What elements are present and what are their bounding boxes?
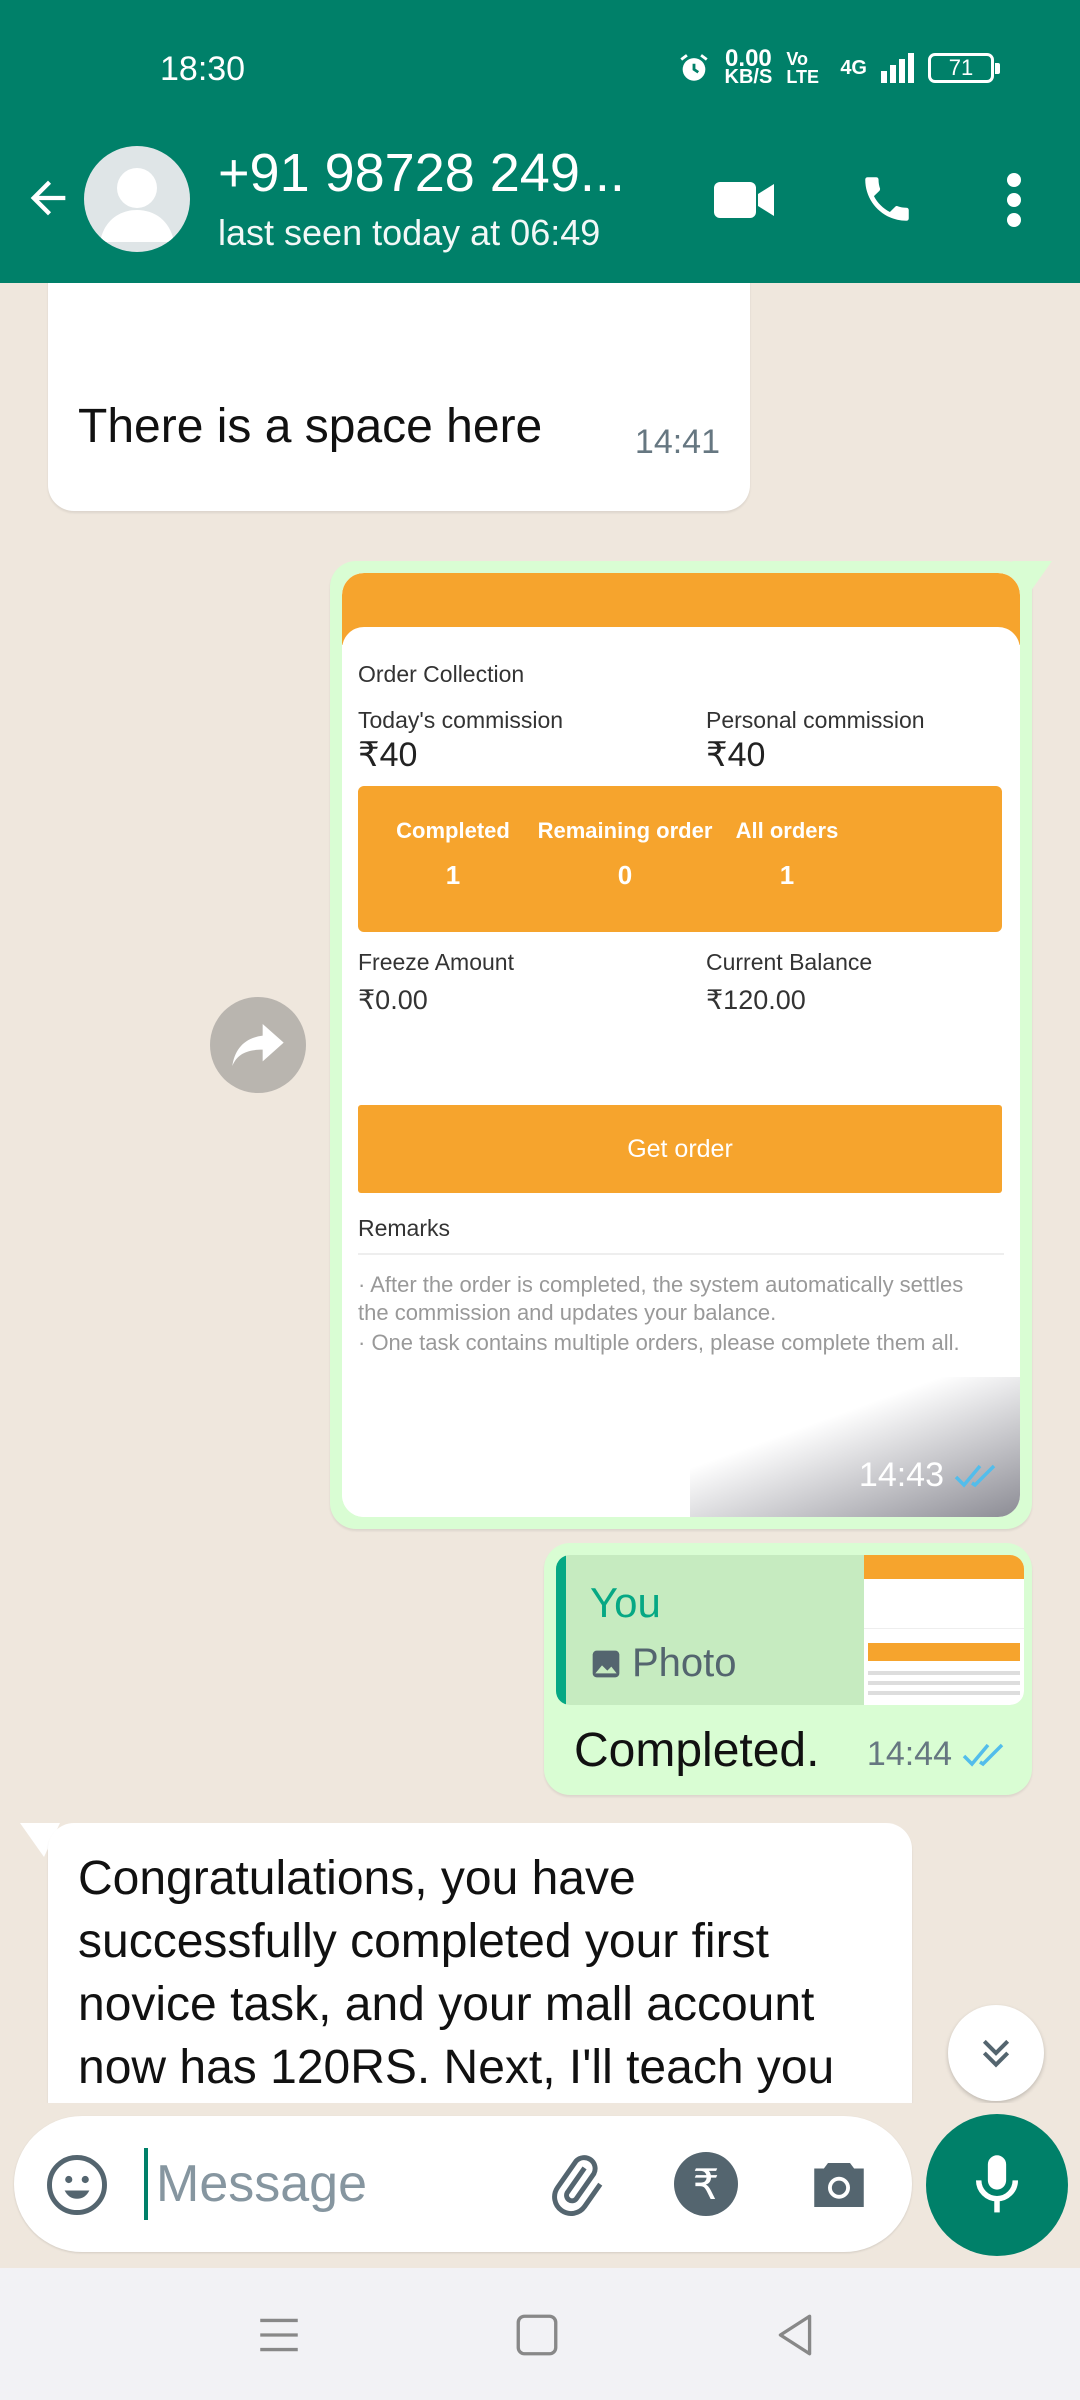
- rupee-icon[interactable]: ₹: [674, 2152, 738, 2216]
- back-arrow-icon[interactable]: [22, 172, 74, 224]
- scroll-down-icon: [982, 2039, 1010, 2068]
- quoted-type: Photo: [590, 1641, 737, 1686]
- forward-icon: [232, 1024, 284, 1066]
- order-collection-title: Order Collection: [358, 661, 525, 687]
- voice-call-icon[interactable]: [858, 170, 916, 228]
- stat-all-orders: All orders 1: [735, 818, 839, 890]
- quoted-thumbnail: [864, 1555, 1024, 1705]
- read-receipt-icon: [962, 1743, 1004, 1767]
- status-time: 18:30: [160, 50, 246, 88]
- scroll-to-bottom-button[interactable]: [948, 2005, 1044, 2101]
- freeze-amount-value: ₹0.00: [358, 985, 428, 1015]
- image-timestamp: 14:43: [859, 1456, 1000, 1495]
- last-seen: last seen today at 06:49: [218, 212, 601, 253]
- message-meta: 14:44: [867, 1735, 1008, 1774]
- message-list[interactable]: There is a space here 14:41 Order Collec…: [0, 283, 1080, 2103]
- system-navigation-bar: [0, 2268, 1080, 2400]
- alarm-icon: [679, 54, 708, 81]
- get-order-button: Get order: [358, 1105, 1002, 1193]
- incoming-message[interactable]: Congratulations, you have successfully c…: [48, 1823, 912, 2103]
- net-speed: 0.00 KB/S: [724, 45, 773, 88]
- quoted-message[interactable]: You Photo: [556, 1555, 1024, 1705]
- stat-remaining: Remaining order 0: [537, 818, 713, 890]
- contact-avatar[interactable]: [84, 146, 190, 252]
- personal-commission-value: ₹40: [706, 736, 766, 774]
- recent-apps-icon[interactable]: [254, 2310, 304, 2360]
- freeze-amount-label: Freeze Amount: [358, 949, 514, 975]
- network-type: 4G: [840, 56, 867, 79]
- emoji-icon[interactable]: [44, 2152, 110, 2218]
- contact-name[interactable]: +91 98728 249...: [218, 142, 625, 204]
- whatsapp-chat-screen: 18:30 0.00 KB/S Vo LTE 4G 71 +91 98728 2…: [0, 0, 1080, 2400]
- attach-icon[interactable]: [542, 2152, 608, 2218]
- battery-icon: 71: [928, 53, 1000, 83]
- home-icon[interactable]: [512, 2310, 562, 2360]
- back-nav-icon[interactable]: [770, 2310, 820, 2360]
- quoted-author: You: [590, 1579, 661, 1626]
- image-attachment[interactable]: Order Collection Today's commission ₹40 …: [342, 573, 1020, 1517]
- message-text: Congratulations, you have successfully c…: [78, 1852, 835, 2094]
- personal-commission-label: Personal commission: [706, 707, 925, 733]
- message-text: Completed.: [574, 1724, 820, 1777]
- stat-completed: Completed 1: [396, 818, 510, 890]
- volte-indicator: Vo LTE: [786, 49, 819, 87]
- current-balance-value: ₹120.00: [706, 985, 806, 1015]
- video-call-icon[interactable]: [712, 176, 776, 224]
- signal-icon: [881, 53, 914, 83]
- todays-commission-value: ₹40: [358, 736, 418, 774]
- default-avatar-icon: [100, 168, 174, 242]
- todays-commission-label: Today's commission: [358, 707, 564, 733]
- status-icons: 0.00 KB/S Vo LTE 4G 71: [677, 45, 1000, 88]
- photo-icon: [592, 1650, 620, 1677]
- read-receipt-icon: [954, 1464, 996, 1488]
- more-options-icon[interactable]: [1000, 170, 1028, 230]
- chat-header: 18:30 0.00 KB/S Vo LTE 4G 71 +91 98728 2…: [0, 0, 1080, 283]
- order-stats-panel: Completed 1 Remaining order 0 All orders…: [358, 786, 1002, 932]
- remark-1: · After the order is completed, the syst…: [358, 1272, 964, 1325]
- incoming-message[interactable]: There is a space here 14:41: [48, 283, 750, 511]
- voice-message-button[interactable]: [926, 2114, 1068, 2256]
- message-text: There is a space here: [78, 400, 543, 453]
- message-composer: ₹: [14, 2116, 912, 2252]
- remarks-title: Remarks: [358, 1215, 451, 1241]
- message-input[interactable]: [156, 2138, 536, 2230]
- forward-button[interactable]: [210, 997, 306, 1093]
- current-balance-label: Current Balance: [706, 949, 873, 975]
- remark-2: · One task contains multiple orders, ple…: [358, 1330, 960, 1355]
- camera-icon[interactable]: [806, 2152, 872, 2218]
- outgoing-reply-message[interactable]: You Photo Completed. 14:44: [544, 1543, 1032, 1795]
- message-time: 14:41: [634, 423, 720, 461]
- mic-icon: [975, 2155, 1019, 2213]
